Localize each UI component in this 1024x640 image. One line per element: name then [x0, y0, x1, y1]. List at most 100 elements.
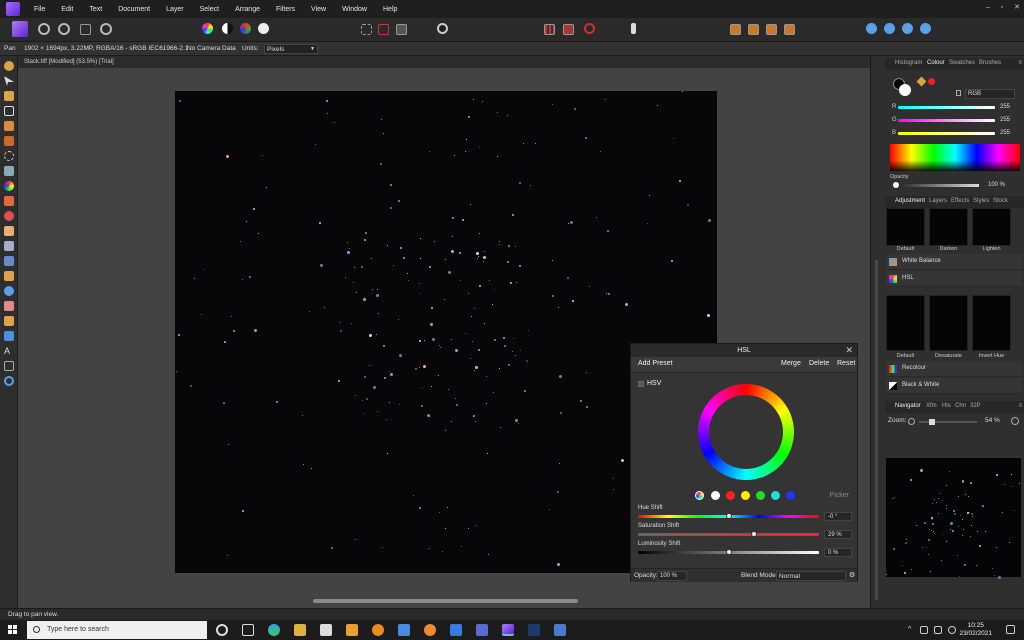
swatch-magenta[interactable] [786, 491, 795, 500]
boolean-add-icon[interactable] [866, 23, 877, 34]
zoom-slider[interactable] [919, 419, 977, 425]
menu-view[interactable]: View [303, 6, 334, 13]
saturation-shift-value[interactable]: 29 % [824, 530, 852, 539]
zoom-tool-icon[interactable] [4, 376, 14, 386]
menu-arrange[interactable]: Arrange [227, 6, 268, 13]
menu-window[interactable]: Window [334, 6, 375, 13]
tray-chevron-icon[interactable]: ^ [908, 626, 911, 633]
liquify-persona-icon[interactable] [38, 23, 50, 35]
hsv-checkbox[interactable] [638, 381, 644, 387]
task-view-icon[interactable] [242, 624, 254, 636]
clone-brush-tool-icon[interactable] [4, 256, 14, 266]
close-window-button[interactable]: ✕ [1014, 3, 1020, 11]
zoom-in-icon[interactable] [1011, 417, 1019, 425]
arrange-front-icon[interactable] [784, 24, 795, 35]
app-icon[interactable] [554, 624, 566, 636]
merge-button[interactable]: Merge [781, 360, 801, 367]
network-icon[interactable] [934, 626, 942, 634]
picker-button[interactable]: Picker [830, 492, 849, 499]
develop-persona-icon[interactable] [58, 23, 70, 35]
pen-tool-icon[interactable] [4, 316, 14, 326]
app-icon[interactable] [346, 624, 358, 636]
assistant-icon[interactable] [631, 23, 636, 34]
volume-icon[interactable] [948, 626, 956, 634]
gear-icon[interactable]: ⚙ [849, 571, 855, 579]
colour-spectrum[interactable] [890, 144, 1020, 171]
maximize-button[interactable]: ▫ [1001, 4, 1003, 11]
fill-colour-swatch[interactable] [899, 84, 911, 96]
flood-fill-tool-icon[interactable] [4, 166, 14, 176]
tab-transform[interactable]: Xfm [926, 403, 937, 409]
menu-filters[interactable]: Filters [268, 6, 303, 13]
boolean-subtract-icon[interactable] [884, 23, 895, 34]
close-icon[interactable]: ✕ [845, 345, 853, 356]
adjustment-hsl[interactable]: HSL [886, 271, 1022, 287]
pan-tool-icon[interactable] [4, 61, 14, 71]
document-tab[interactable]: Stack.tiff [Modified] (53.5%) [Trial] [18, 56, 870, 68]
hsl-dialog-title[interactable]: HSL [631, 344, 857, 357]
marquee-tool-icon[interactable] [4, 151, 14, 161]
tab-effects[interactable]: Effects [951, 198, 969, 204]
colour-opacity-slider[interactable] [904, 184, 979, 187]
red-eye-tool-icon[interactable] [4, 301, 14, 311]
boolean-intersect-icon[interactable] [902, 23, 913, 34]
export-persona-icon[interactable] [100, 23, 112, 35]
erase-brush-tool-icon[interactable] [4, 226, 14, 236]
lock-icon[interactable] [956, 90, 961, 96]
affinity-photo-taskbar-icon[interactable] [502, 624, 514, 636]
quick-mask-icon[interactable] [437, 23, 448, 34]
luminosity-shift-slider[interactable] [638, 549, 819, 555]
windows-start-icon[interactable] [8, 625, 17, 634]
flood-select-tool-icon[interactable] [4, 136, 14, 146]
tray-icon[interactable] [920, 626, 928, 634]
tab-channels[interactable]: Chn [955, 403, 966, 409]
cortana-icon[interactable] [216, 624, 228, 636]
opacity-field[interactable]: 100 % [657, 571, 687, 581]
preset-thumbnail[interactable] [929, 295, 968, 351]
hue-color-wheel[interactable] [698, 384, 794, 480]
tab-navigator[interactable]: Navigator [895, 403, 921, 409]
move-tool-icon[interactable] [4, 76, 14, 86]
swatch-blue[interactable] [771, 491, 780, 500]
arrange-backward-icon[interactable] [748, 24, 759, 35]
preset-thumbnail[interactable] [929, 208, 968, 246]
tab-stock[interactable]: Stock [993, 198, 1008, 204]
affinity-photo-logo-icon[interactable] [6, 2, 20, 16]
swatch-cyan[interactable] [756, 491, 765, 500]
swatch-master[interactable] [695, 491, 704, 500]
healing-brush-tool-icon[interactable] [4, 271, 14, 281]
delete-button[interactable]: Delete [809, 360, 829, 367]
colour-model-select[interactable]: RGB [965, 89, 1015, 99]
panel-menu-icon[interactable]: ≡ [1018, 403, 1022, 409]
app-icon[interactable] [424, 624, 436, 636]
boolean-xor-icon[interactable] [920, 23, 931, 34]
luminosity-shift-knob[interactable] [725, 549, 732, 555]
tab-styles[interactable]: Styles [973, 198, 989, 204]
units-select[interactable]: Pixels ▼ [264, 44, 318, 54]
dodge-brush-tool-icon[interactable] [4, 241, 14, 251]
colour-opacity-value[interactable]: 100 % [988, 182, 1005, 188]
no-colour-icon[interactable] [928, 78, 935, 85]
photo-persona-icon[interactable] [12, 21, 28, 37]
crop-tool-icon[interactable] [4, 106, 14, 116]
preset-thumbnail[interactable] [972, 208, 1011, 246]
zoom-out-icon[interactable] [908, 418, 915, 425]
navigator-preview[interactable] [886, 458, 1021, 580]
paint-brush-tool-icon[interactable] [4, 196, 14, 206]
horizontal-scrollbar[interactable] [313, 599, 578, 603]
add-preset-button[interactable]: Add Preset [638, 360, 673, 367]
tab-adjustment[interactable]: Adjustment [895, 198, 925, 204]
preset-thumbnail[interactable] [886, 295, 925, 351]
adjustment-white-balance[interactable]: White Balance [886, 254, 1022, 270]
auto-contrast-icon[interactable] [222, 23, 233, 34]
taskbar-clock[interactable]: 10:25 23/02/2021 [959, 622, 992, 638]
blue-slider[interactable] [898, 132, 995, 135]
color-replacement-tool-icon[interactable] [4, 211, 14, 221]
eyedropper-icon[interactable] [916, 76, 927, 87]
hue-shift-slider[interactable] [638, 513, 819, 519]
swatch-red[interactable] [711, 491, 720, 500]
text-tool-icon[interactable]: A [4, 346, 14, 356]
preset-thumbnail[interactable] [886, 208, 925, 246]
hue-shift-knob[interactable] [725, 513, 732, 519]
snapping-magnet-icon[interactable] [584, 23, 595, 34]
